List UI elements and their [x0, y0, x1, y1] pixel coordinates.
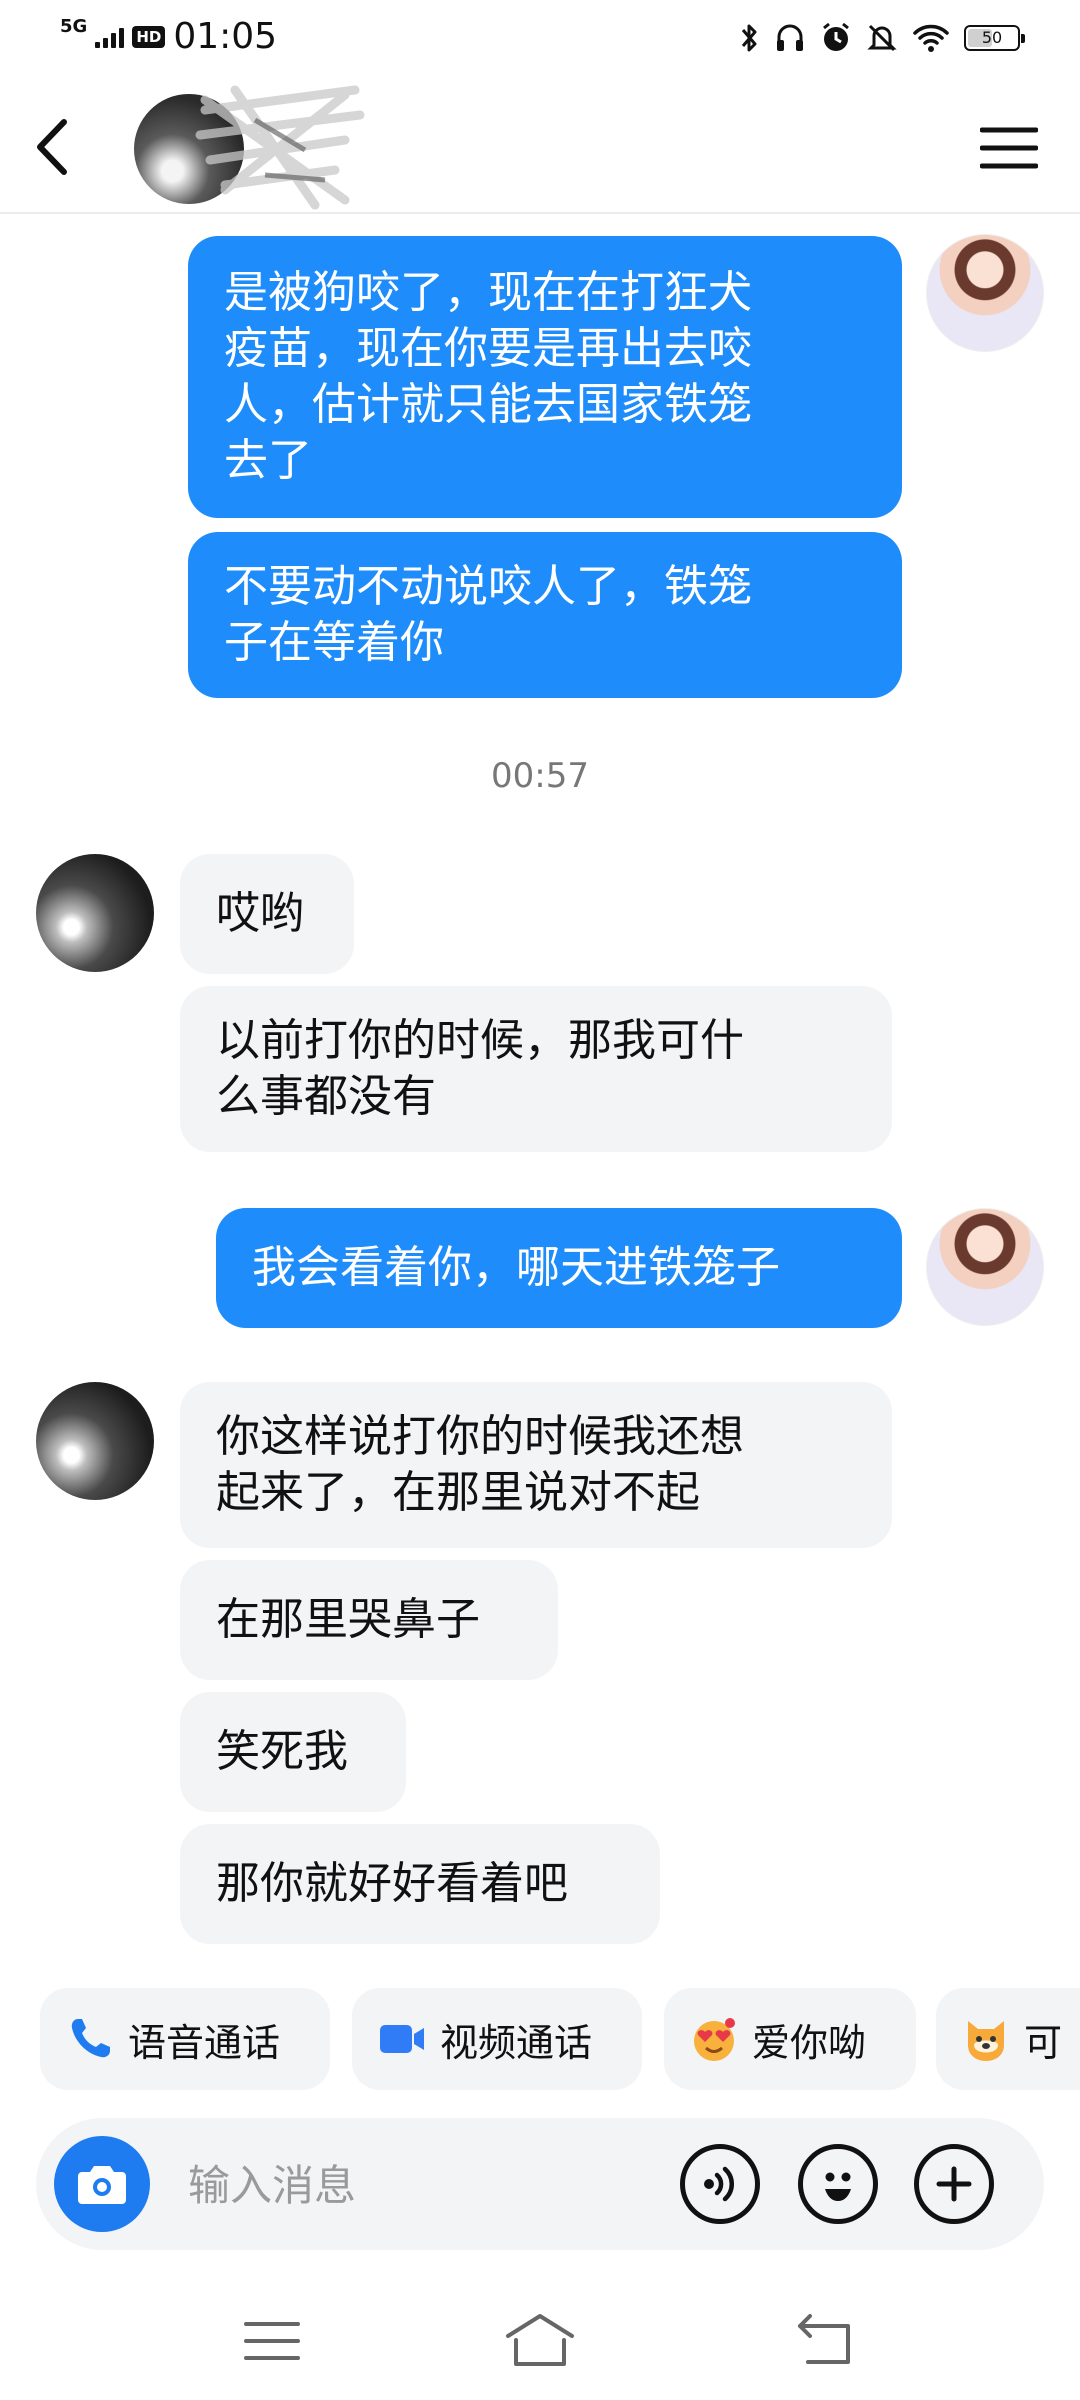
- network-type: 5G: [60, 16, 88, 37]
- heart-eyes-emoji-icon: [694, 2018, 735, 2061]
- message-line: 人，估计就只能去国家铁笼: [224, 379, 752, 430]
- video-call-chip[interactable]: 视频通话: [352, 1988, 642, 2090]
- message-line: 以前打你的时候，那我可什: [216, 1015, 744, 1066]
- emoji-icon: [825, 2172, 851, 2201]
- chip-label: 语音通话: [128, 2020, 281, 2065]
- home-icon: [506, 2314, 574, 2366]
- signal-icon: [95, 26, 125, 48]
- message-input-bar: [36, 2118, 1044, 2250]
- message-line: 起来了，在那里说对不起: [216, 1467, 700, 1518]
- chip-label: 爱你呦: [752, 2020, 867, 2065]
- contact-message-avatar[interactable]: [36, 1382, 154, 1500]
- message-timestamp: 00:57: [491, 756, 589, 796]
- message-bubble-received[interactable]: 哎哟: [180, 854, 354, 974]
- message-line: 在那里哭鼻子: [216, 1594, 480, 1645]
- message-line: 么事都没有: [216, 1071, 436, 1122]
- menu-icon: [979, 127, 1039, 169]
- message-bubble-received[interactable]: 那你就好好看着吧: [180, 1824, 660, 1944]
- recent-apps-icon: [244, 2322, 300, 2360]
- voice-call-chip[interactable]: 语音通话: [40, 1988, 330, 2090]
- menu-button[interactable]: [979, 126, 1039, 170]
- my-avatar[interactable]: [926, 1208, 1044, 1326]
- sticker-dog-chip[interactable]: 可: [936, 1988, 1080, 2090]
- system-nav-bar: [0, 2290, 1080, 2400]
- camera-icon: [78, 2166, 126, 2204]
- message-line: 是被狗咬了，现在在打狂犬: [224, 267, 752, 318]
- back-icon: [798, 2314, 850, 2364]
- voice-icon: [704, 2166, 735, 2202]
- message-line: 笑死我: [216, 1726, 348, 1777]
- message-line: 你这样说打你的时候我还想: [216, 1411, 744, 1462]
- phone-icon: [71, 2019, 110, 2058]
- message-line: 我会看着你，哪天进铁笼子: [252, 1242, 780, 1293]
- chat-header: [0, 80, 1080, 214]
- message-bubble-received[interactable]: 以前打你的时候，那我可什 么事都没有: [180, 986, 892, 1152]
- video-camera-icon: [380, 2025, 424, 2053]
- message-bubble-sent[interactable]: 我会看着你，哪天进铁笼子: [216, 1208, 902, 1328]
- status-left: 5G HD 01:05: [60, 16, 277, 58]
- nav-back-button[interactable]: [786, 2306, 866, 2376]
- message-line: 不要动不动说咬人了，铁笼: [224, 561, 752, 612]
- home-button[interactable]: [500, 2306, 580, 2376]
- recent-apps-button[interactable]: [232, 2306, 312, 2376]
- message-bubble-received[interactable]: 笑死我: [180, 1692, 406, 1812]
- mute-icon: [867, 24, 897, 52]
- message-bubble-sent[interactable]: 不要动不动说咬人了，铁笼 子在等着你: [188, 532, 902, 698]
- status-bar: 5G HD 01:05 50: [0, 0, 1080, 80]
- headphones-icon: [777, 24, 803, 51]
- sticker-love-chip[interactable]: 爱你呦: [664, 1988, 916, 2090]
- dog-emoji-icon: [968, 2021, 1004, 2061]
- back-button[interactable]: [28, 116, 80, 178]
- battery-icon: 50: [964, 25, 1025, 51]
- chip-label: 视频通话: [440, 2020, 593, 2065]
- bluetooth-icon: [741, 24, 757, 52]
- alarm-icon: [823, 22, 849, 51]
- my-avatar[interactable]: [926, 234, 1044, 352]
- message-line: 去了: [224, 435, 312, 486]
- battery-text: 50: [981, 28, 1003, 47]
- contact-message-avatar[interactable]: [36, 854, 154, 972]
- message-line: 子在等着你: [224, 617, 444, 668]
- camera-button[interactable]: [54, 2136, 150, 2232]
- message-line: 那你就好好看着吧: [216, 1858, 568, 1909]
- redaction-scribble: [195, 85, 365, 210]
- quick-actions-row[interactable]: 语音通话 视频通话 爱你呦 可: [0, 1988, 1080, 2090]
- back-arrow-icon: [37, 119, 67, 175]
- message-input[interactable]: [186, 2148, 690, 2222]
- voice-button[interactable]: [680, 2144, 760, 2224]
- emoji-button[interactable]: [798, 2144, 878, 2224]
- wifi-icon: [913, 24, 949, 52]
- message-line: 哎哟: [216, 888, 304, 939]
- chat-area[interactable]: 是被狗咬了，现在在打狂犬 疫苗，现在你要是再出去咬 人，估计就只能去国家铁笼 去…: [0, 214, 1080, 1974]
- message-bubble-sent[interactable]: 是被狗咬了，现在在打狂犬 疫苗，现在你要是再出去咬 人，估计就只能去国家铁笼 去…: [188, 236, 902, 518]
- status-time: 01:05: [173, 16, 278, 57]
- plus-icon: [936, 2166, 972, 2202]
- message-line: 疫苗，现在你要是再出去咬: [224, 323, 752, 374]
- message-bubble-received[interactable]: 你这样说打你的时候我还想 起来了，在那里说对不起: [180, 1382, 892, 1548]
- hd-badge: HD: [132, 26, 166, 48]
- status-right: 50: [738, 22, 1025, 54]
- more-button[interactable]: [914, 2144, 994, 2224]
- chip-label: 可: [1024, 2020, 1063, 2065]
- message-bubble-received[interactable]: 在那里哭鼻子: [180, 1560, 558, 1680]
